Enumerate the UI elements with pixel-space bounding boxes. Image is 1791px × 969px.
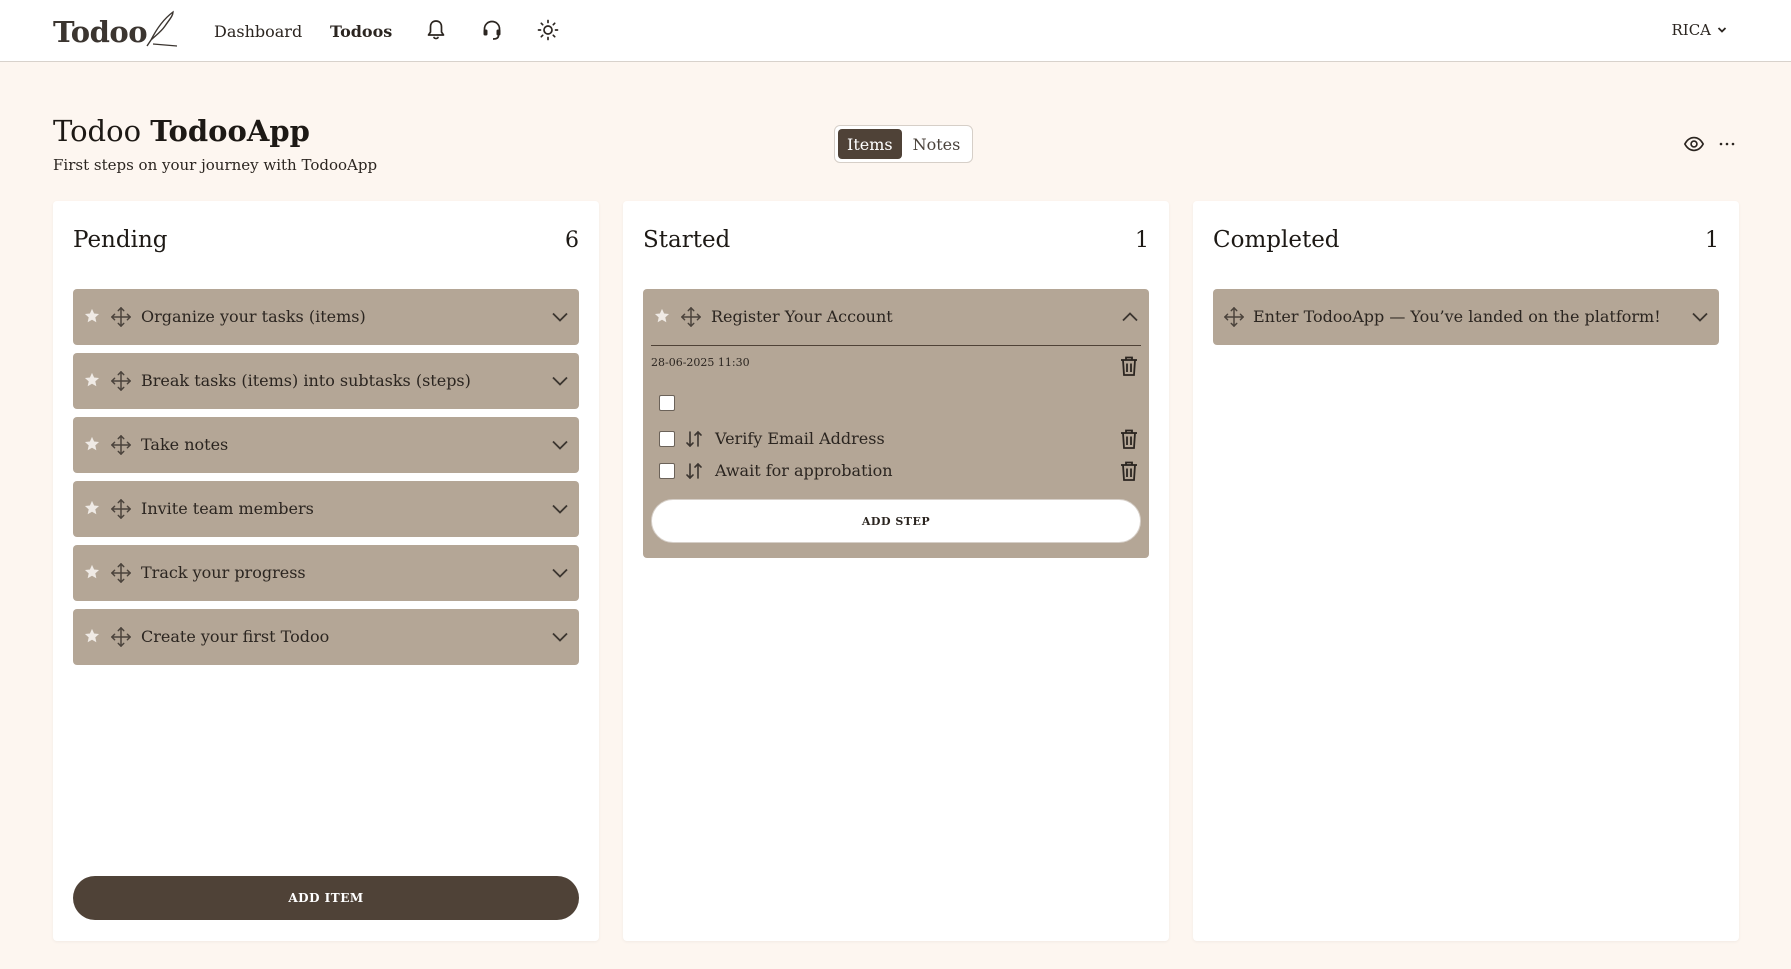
drag-handle-icon[interactable] <box>110 562 132 584</box>
chevron-down-icon[interactable] <box>551 564 569 582</box>
todo-item[interactable]: Create your first Todoo <box>73 609 579 665</box>
trash-icon[interactable] <box>1119 460 1139 482</box>
star-icon[interactable] <box>83 563 101 581</box>
tab-items[interactable]: Items <box>838 129 902 159</box>
drag-handle-icon[interactable] <box>1223 306 1245 328</box>
app-logo[interactable]: Todoo <box>53 10 179 50</box>
drag-handle-icon[interactable] <box>110 498 132 520</box>
star-icon[interactable] <box>83 499 101 517</box>
chevron-down-icon[interactable] <box>551 628 569 646</box>
step-checkbox[interactable] <box>659 463 675 479</box>
star-icon[interactable] <box>83 371 101 389</box>
star-icon[interactable] <box>83 627 101 645</box>
sort-arrows-icon[interactable] <box>684 429 704 449</box>
chevron-down-icon[interactable] <box>551 308 569 326</box>
column-pending: Pending 6 Organize your tasks (items) Br… <box>53 201 599 941</box>
nav-todoos[interactable]: Todoos <box>330 22 392 41</box>
item-label: Invite team members <box>141 499 314 518</box>
more-options-icon[interactable] <box>1717 133 1737 155</box>
column-title: Started <box>643 227 731 253</box>
step-label: Await for approbation <box>715 461 893 480</box>
step-label: Verify Email Address <box>715 429 885 448</box>
item-label: Register Your Account <box>711 307 893 326</box>
todo-item[interactable]: Take notes <box>73 417 579 473</box>
column-header: Completed 1 <box>1213 227 1719 253</box>
item-label: Track your progress <box>141 563 306 582</box>
drag-handle-icon[interactable] <box>110 434 132 456</box>
trash-icon[interactable] <box>1119 428 1139 450</box>
column-header: Started 1 <box>643 227 1149 253</box>
headset-icon[interactable] <box>480 18 504 42</box>
chevron-down-icon <box>1717 27 1727 33</box>
view-toggle: Items Notes <box>834 125 974 163</box>
tab-notes[interactable]: Notes <box>904 129 970 159</box>
column-started: Started 1 Register Your Account 28-06-20… <box>623 201 1169 941</box>
star-icon[interactable] <box>83 307 101 325</box>
item-label: Break tasks (items) into subtasks (steps… <box>141 371 471 390</box>
todo-item-expanded: Register Your Account 28-06-2025 11:30 V… <box>643 289 1149 558</box>
item-label: Create your first Todoo <box>141 627 330 646</box>
trash-icon[interactable] <box>1119 355 1139 377</box>
drag-handle-icon[interactable] <box>110 370 132 392</box>
chevron-up-icon[interactable] <box>1121 308 1139 326</box>
user-menu[interactable]: RICA <box>1671 21 1727 39</box>
top-navbar: Todoo Dashboard Todoos RICA <box>0 0 1791 62</box>
divider <box>651 345 1141 346</box>
todo-item[interactable]: Track your progress <box>73 545 579 601</box>
user-name: RICA <box>1671 21 1711 39</box>
star-icon[interactable] <box>83 435 101 453</box>
column-completed: Completed 1 Enter TodooApp — You’ve land… <box>1193 201 1739 941</box>
column-count: 6 <box>565 228 579 253</box>
sort-arrows-icon[interactable] <box>684 461 704 481</box>
drag-handle-icon[interactable] <box>110 626 132 648</box>
new-step-checkbox[interactable] <box>659 395 675 411</box>
item-label: Enter TodooApp — You’ve landed on the pl… <box>1253 307 1661 326</box>
add-item-button[interactable]: ADD ITEM <box>73 876 579 920</box>
item-date: 28-06-2025 11:30 <box>651 356 750 369</box>
todo-item[interactable]: Break tasks (items) into subtasks (steps… <box>73 353 579 409</box>
page-title-name: TodooApp <box>150 114 310 148</box>
todo-item[interactable]: Organize your tasks (items) <box>73 289 579 345</box>
step-checkbox[interactable] <box>659 431 675 447</box>
logo-text: Todoo <box>53 15 148 49</box>
page-subtitle: First steps on your journey with TodooAp… <box>53 156 378 174</box>
column-count: 1 <box>1705 228 1719 253</box>
star-icon[interactable] <box>653 307 671 325</box>
column-header: Pending 6 <box>73 227 579 253</box>
drag-handle-icon[interactable] <box>110 306 132 328</box>
eye-icon[interactable] <box>1683 133 1705 155</box>
nav-dashboard[interactable]: Dashboard <box>214 22 302 41</box>
bell-icon[interactable] <box>424 18 448 42</box>
page-title: Todoo TodooApp <box>53 114 310 148</box>
column-title: Completed <box>1213 227 1340 253</box>
sun-icon[interactable] <box>536 18 560 42</box>
todo-item[interactable]: Enter TodooApp — You’ve landed on the pl… <box>1213 289 1719 345</box>
page-title-prefix: Todoo <box>53 114 142 148</box>
todo-item[interactable]: Invite team members <box>73 481 579 537</box>
chevron-down-icon[interactable] <box>551 436 569 454</box>
item-label: Take notes <box>141 435 229 454</box>
chevron-down-icon[interactable] <box>1691 308 1709 326</box>
drag-handle-icon[interactable] <box>680 306 702 328</box>
chevron-down-icon[interactable] <box>551 372 569 390</box>
chevron-down-icon[interactable] <box>551 500 569 518</box>
column-count: 1 <box>1135 228 1149 253</box>
item-label: Organize your tasks (items) <box>141 307 366 326</box>
item-header[interactable]: Register Your Account <box>643 289 1149 345</box>
quill-icon <box>146 10 178 47</box>
column-title: Pending <box>73 227 168 253</box>
add-step-button[interactable]: ADD STEP <box>651 499 1141 543</box>
